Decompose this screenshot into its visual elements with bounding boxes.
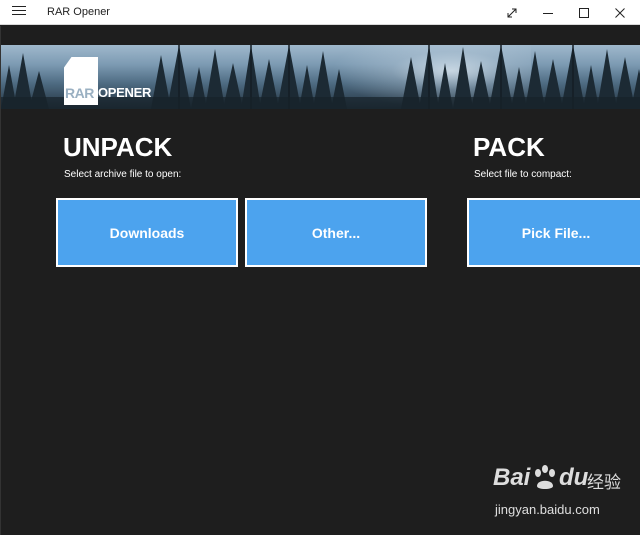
baidu-watermark: Bai du 经验 jingyan.baidu.com — [481, 462, 631, 522]
expand-icon[interactable] — [497, 0, 527, 25]
logo-opener-text: OPENER — [98, 85, 152, 100]
main-content: RAR OPENER UNPACK Select archive file to… — [0, 26, 640, 535]
paw-icon — [535, 465, 555, 489]
unpack-title: UNPACK — [63, 132, 173, 162]
window-title: RAR Opener — [47, 6, 110, 18]
watermark-jingyan: 经验 — [587, 473, 621, 492]
minimize-icon[interactable] — [533, 0, 563, 25]
pack-subtitle: Select file to compact: — [474, 169, 572, 180]
maximize-icon[interactable] — [569, 0, 599, 25]
watermark-url: jingyan.baidu.com — [495, 502, 600, 517]
title-bar: RAR Opener — [0, 0, 640, 25]
pick-file-button[interactable]: Pick File... — [467, 198, 640, 267]
unpack-subtitle: Select archive file to open: — [64, 169, 182, 180]
watermark-bai: Bai — [493, 464, 531, 491]
pack-title: PACK — [473, 132, 545, 162]
hamburger-icon[interactable] — [9, 6, 29, 20]
app-logo: RAR OPENER — [61, 57, 161, 111]
close-icon[interactable] — [605, 0, 635, 25]
watermark-du: du — [559, 464, 589, 491]
other-button[interactable]: Other... — [245, 198, 427, 267]
logo-rar-text: RAR — [65, 85, 94, 101]
downloads-button[interactable]: Downloads — [56, 198, 238, 267]
